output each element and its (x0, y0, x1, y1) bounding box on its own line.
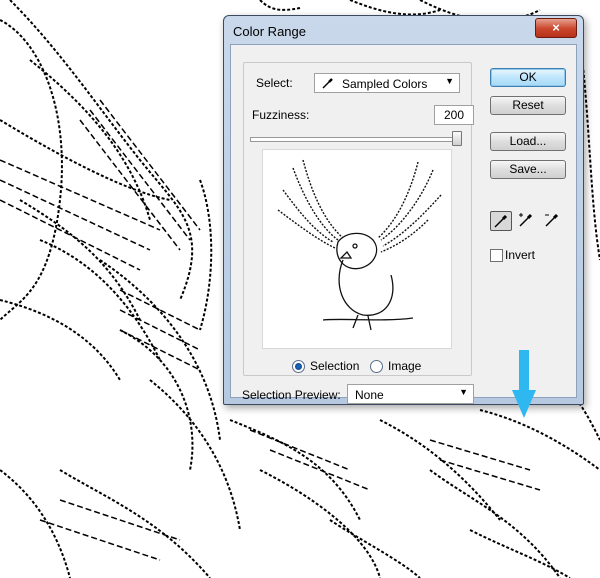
radio-selection-label: Selection (310, 359, 360, 373)
select-value: Sampled Colors (342, 77, 428, 91)
eyedropper-icon (322, 78, 333, 89)
selection-preview-image (262, 149, 452, 349)
invert-checkbox[interactable] (490, 249, 503, 262)
fuzziness-slider-thumb[interactable] (452, 131, 462, 146)
eyedropper-plus-icon (519, 213, 533, 227)
selection-preview-label: Selection Preview: (242, 388, 341, 402)
ok-button[interactable]: OK (490, 68, 566, 87)
close-button[interactable]: × (535, 18, 577, 38)
radio-selection-row[interactable]: Selection (292, 359, 359, 373)
bird-preview-icon (277, 159, 442, 331)
down-arrow-icon (512, 350, 536, 418)
eyedropper-minus-icon (545, 213, 559, 227)
radio-image[interactable] (370, 359, 383, 373)
load-button[interactable]: Load... (490, 132, 566, 151)
eyedropper-plus-tool[interactable] (516, 211, 538, 231)
eyedropper-icon (494, 214, 508, 228)
reset-button[interactable]: Reset (490, 96, 566, 115)
title-bar[interactable]: Color Range × (224, 16, 583, 44)
fuzziness-slider-track[interactable] (250, 137, 459, 142)
selection-preview-dropdown[interactable]: None ▼ (347, 384, 474, 404)
radio-image-row[interactable]: Image (370, 359, 421, 373)
eyedropper-minus-tool[interactable] (542, 211, 564, 231)
invert-label: Invert (505, 248, 536, 262)
radio-image-label: Image (388, 359, 422, 373)
save-button[interactable]: Save... (490, 160, 566, 179)
select-dropdown[interactable]: Sampled Colors ▼ (314, 73, 460, 93)
color-range-dialog: Color Range × Select: Sampled Colors ▼ F… (223, 15, 584, 405)
radio-selection[interactable] (292, 359, 305, 373)
dialog-client: Select: Sampled Colors ▼ Fuzziness: 200 (230, 44, 577, 404)
options-group: Select: Sampled Colors ▼ Fuzziness: 200 (243, 62, 474, 376)
fuzziness-label: Fuzziness: (252, 108, 310, 122)
select-label: Select: (256, 76, 293, 90)
fuzziness-input[interactable]: 200 (434, 105, 474, 125)
chevron-down-icon: ▼ (445, 76, 454, 86)
chevron-down-icon: ▼ (459, 387, 468, 397)
selection-preview-value: None (355, 388, 384, 402)
dialog-title: Color Range (233, 24, 306, 39)
eyedropper-tool[interactable] (490, 211, 512, 231)
